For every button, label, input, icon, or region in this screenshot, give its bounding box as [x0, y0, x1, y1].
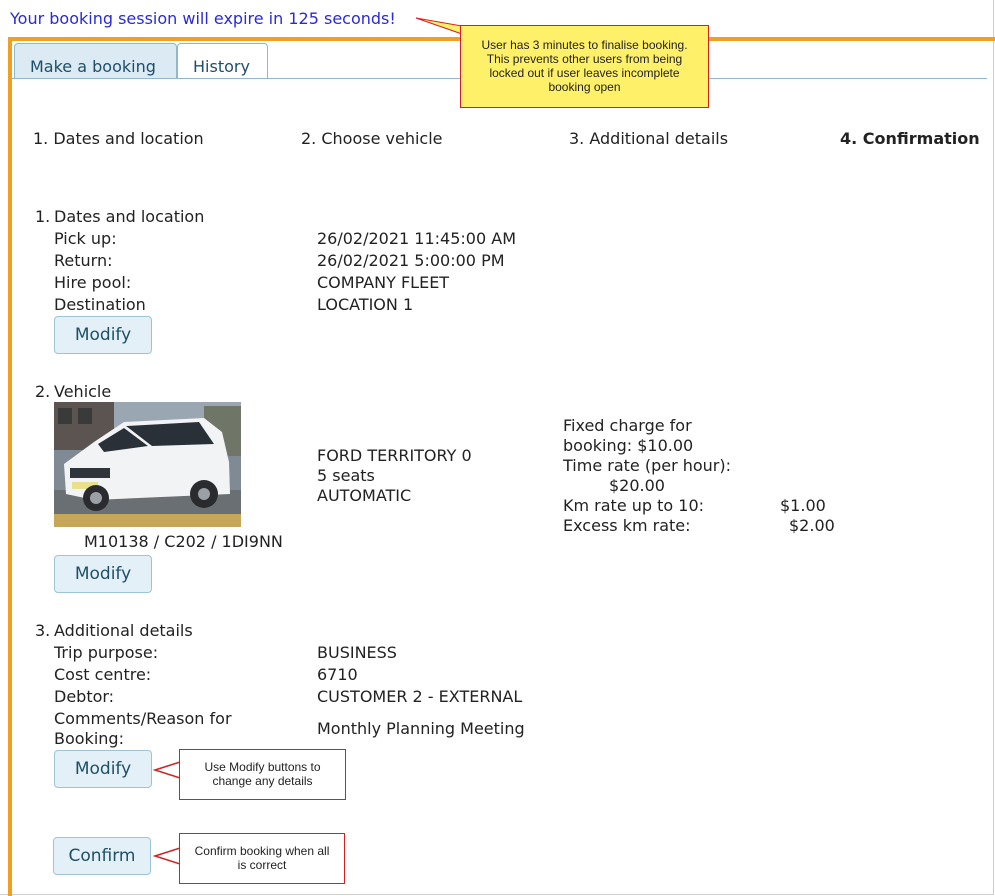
timer-callout: User has 3 minutes to finalise booking. … — [460, 25, 709, 108]
confirm-callout: Confirm booking when all is correct — [179, 833, 345, 884]
callout-arrows — [152, 17, 463, 866]
modify-callout: Use Modify buttons to change any details — [179, 749, 346, 800]
